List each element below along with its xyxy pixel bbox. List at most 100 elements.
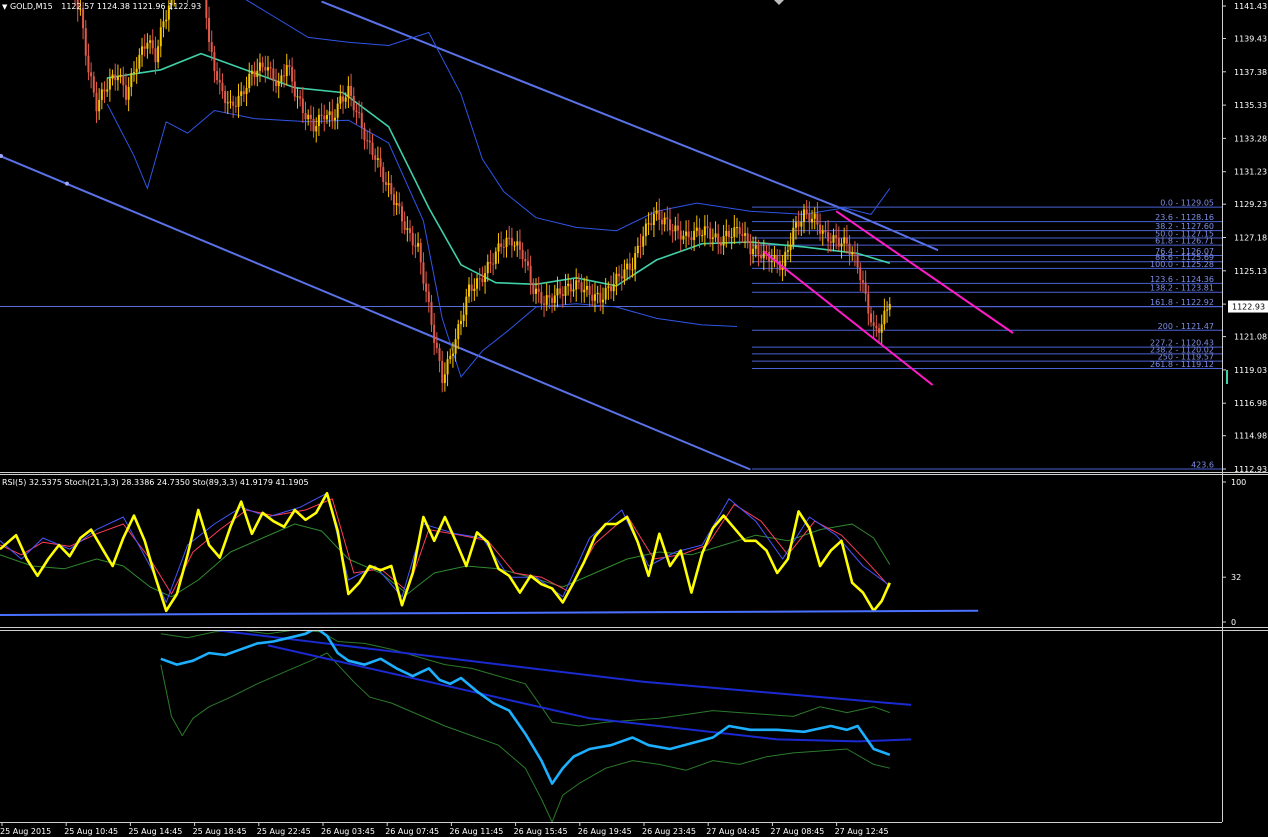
candle-body bbox=[347, 85, 350, 98]
candle-body bbox=[283, 75, 286, 77]
candle-body bbox=[291, 66, 294, 82]
candle-body bbox=[545, 295, 548, 305]
candle-body bbox=[727, 230, 730, 238]
candle-body bbox=[510, 238, 513, 246]
candle-body bbox=[84, 28, 87, 56]
candle-body bbox=[666, 217, 669, 220]
candle-body bbox=[226, 102, 229, 104]
candle-body bbox=[256, 70, 259, 77]
chart-title-bar[interactable]: ▼ GOLD,M15 1122.57 1124.38 1121.96 1122.… bbox=[2, 2, 201, 11]
candle-body bbox=[100, 89, 103, 100]
time-tick-label: 26 Aug 07:45 bbox=[385, 827, 439, 836]
oscillator-tick-label: 0 bbox=[1231, 618, 1236, 627]
candle-body bbox=[108, 78, 111, 90]
candle-body bbox=[476, 278, 479, 289]
candle-body bbox=[610, 286, 613, 292]
candle-body bbox=[725, 230, 728, 237]
candle-body bbox=[816, 213, 819, 225]
candle-body bbox=[886, 309, 889, 311]
candle-body bbox=[867, 293, 870, 314]
candle-body bbox=[593, 294, 596, 301]
candle-body bbox=[752, 248, 755, 255]
candle-body bbox=[687, 231, 690, 238]
candle-body bbox=[301, 98, 304, 113]
candle-body bbox=[355, 110, 358, 113]
candle-body bbox=[631, 269, 634, 271]
candle-body bbox=[133, 72, 135, 74]
candle-body bbox=[650, 223, 653, 225]
triangle-down-icon[interactable]: ▼ bbox=[2, 3, 7, 11]
candle-body bbox=[524, 259, 527, 262]
candle-body bbox=[583, 289, 586, 293]
candle-body bbox=[607, 286, 610, 288]
scale-marker bbox=[1226, 370, 1228, 384]
candle-body bbox=[722, 236, 725, 246]
candle-body bbox=[596, 292, 599, 295]
candle-body bbox=[358, 112, 361, 114]
candle-body bbox=[441, 360, 444, 383]
candle-body bbox=[229, 101, 232, 103]
candle-body bbox=[392, 194, 395, 206]
candle-body bbox=[535, 288, 537, 294]
candle-body bbox=[813, 213, 816, 219]
candle-body bbox=[124, 85, 127, 100]
candle-body bbox=[864, 282, 867, 294]
candle-body bbox=[277, 81, 280, 87]
candle-body bbox=[293, 81, 296, 97]
candle-body bbox=[556, 288, 559, 296]
candle-body bbox=[682, 235, 685, 240]
candle-body bbox=[513, 245, 516, 247]
candle-body bbox=[90, 72, 93, 77]
candle-body bbox=[749, 243, 752, 255]
candle-body bbox=[315, 125, 318, 132]
candle-body bbox=[317, 114, 320, 126]
candle-body bbox=[210, 42, 213, 53]
candle-body bbox=[419, 243, 422, 263]
candle-body bbox=[612, 284, 615, 292]
candle-body bbox=[808, 213, 811, 223]
time-tick-label: 26 Aug 15:45 bbox=[514, 827, 568, 836]
candle-body bbox=[328, 111, 331, 116]
candle-body bbox=[130, 73, 133, 87]
candle-body bbox=[232, 101, 235, 106]
candle-body bbox=[859, 267, 862, 281]
candle-body bbox=[443, 374, 446, 383]
candle-body bbox=[360, 112, 363, 128]
candle-body bbox=[218, 80, 221, 83]
candle-body bbox=[508, 237, 511, 239]
candle-body bbox=[312, 118, 315, 132]
candle-body bbox=[765, 250, 768, 252]
time-tick-label: 27 Aug 08:45 bbox=[770, 827, 824, 836]
candle-body bbox=[636, 245, 639, 254]
candle-body bbox=[861, 280, 864, 283]
candle-body bbox=[275, 80, 278, 87]
candle-body bbox=[149, 40, 152, 43]
candle-body bbox=[98, 99, 101, 112]
candle-body bbox=[205, 0, 208, 18]
candle-body bbox=[719, 242, 722, 246]
candle-body bbox=[272, 68, 275, 81]
candle-body bbox=[516, 241, 519, 246]
candle-body bbox=[870, 313, 872, 323]
candle-body bbox=[604, 287, 607, 300]
candle-body bbox=[237, 95, 240, 107]
candle-body bbox=[374, 155, 377, 160]
candle-body bbox=[234, 105, 237, 107]
candle-body bbox=[438, 348, 441, 361]
candle-body bbox=[698, 227, 701, 236]
candle-body bbox=[717, 233, 720, 243]
candle-body bbox=[878, 328, 881, 333]
candle-body bbox=[628, 263, 631, 270]
candle-body bbox=[363, 127, 366, 141]
candle-body bbox=[626, 263, 629, 270]
candle-body bbox=[733, 227, 736, 238]
candle-body bbox=[880, 324, 883, 333]
trading-chart: 0.0 - 1129.0523.6 - 1128.1638.2 - 1127.6… bbox=[0, 0, 1268, 837]
time-tick-label: 27 Aug 12:45 bbox=[835, 827, 889, 836]
candle-body bbox=[575, 280, 578, 290]
candle-body bbox=[741, 234, 744, 236]
candle-body bbox=[848, 243, 851, 255]
candle-body bbox=[336, 103, 339, 118]
candle-body bbox=[821, 230, 824, 234]
candle-body bbox=[368, 140, 371, 143]
